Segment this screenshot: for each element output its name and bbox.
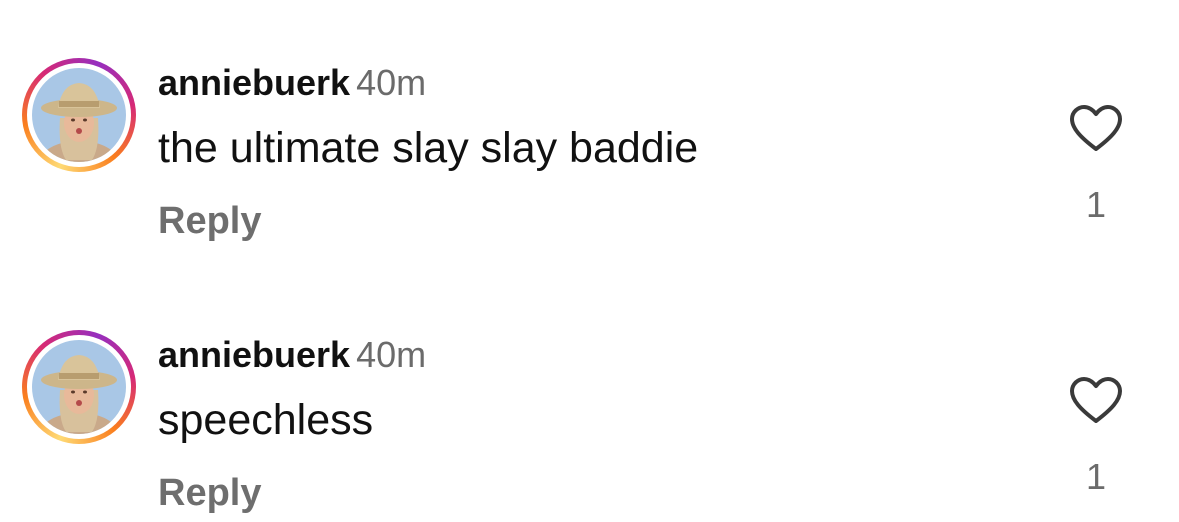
username-link[interactable]: anniebuerk — [158, 62, 350, 103]
comment-header: anniebuerk 40m — [158, 62, 426, 104]
like-button[interactable] — [1068, 376, 1124, 426]
timestamp: 40m — [356, 62, 427, 103]
like-count: 1 — [1085, 456, 1107, 497]
username-link[interactable]: anniebuerk — [158, 334, 350, 375]
comment-text: the ultimate slay slay baddie — [158, 124, 699, 172]
reply-button[interactable]: Reply — [158, 200, 261, 243]
comment-item: anniebuerk 40m the ultimate slay slay bad… — [0, 0, 1179, 250]
reply-button[interactable]: Reply — [158, 472, 261, 515]
avatar[interactable] — [22, 58, 136, 172]
comment-item: anniebuerk 40m speechless Reply 1 — [0, 272, 1179, 522]
avatar-image — [32, 340, 126, 434]
timestamp: 40m — [356, 334, 427, 375]
avatar-photo — [32, 340, 126, 434]
heart-outline-icon — [1070, 105, 1122, 151]
avatar-ring-gap — [27, 335, 131, 439]
avatar-image — [32, 68, 126, 162]
comment-text: speechless — [158, 396, 374, 444]
avatar[interactable] — [22, 330, 136, 444]
like-count: 1 — [1085, 184, 1107, 225]
avatar-ring-gap — [27, 63, 131, 167]
heart-outline-icon — [1070, 377, 1122, 423]
like-button[interactable] — [1068, 104, 1124, 154]
avatar-photo — [32, 68, 126, 162]
comment-header: anniebuerk 40m — [158, 334, 426, 376]
